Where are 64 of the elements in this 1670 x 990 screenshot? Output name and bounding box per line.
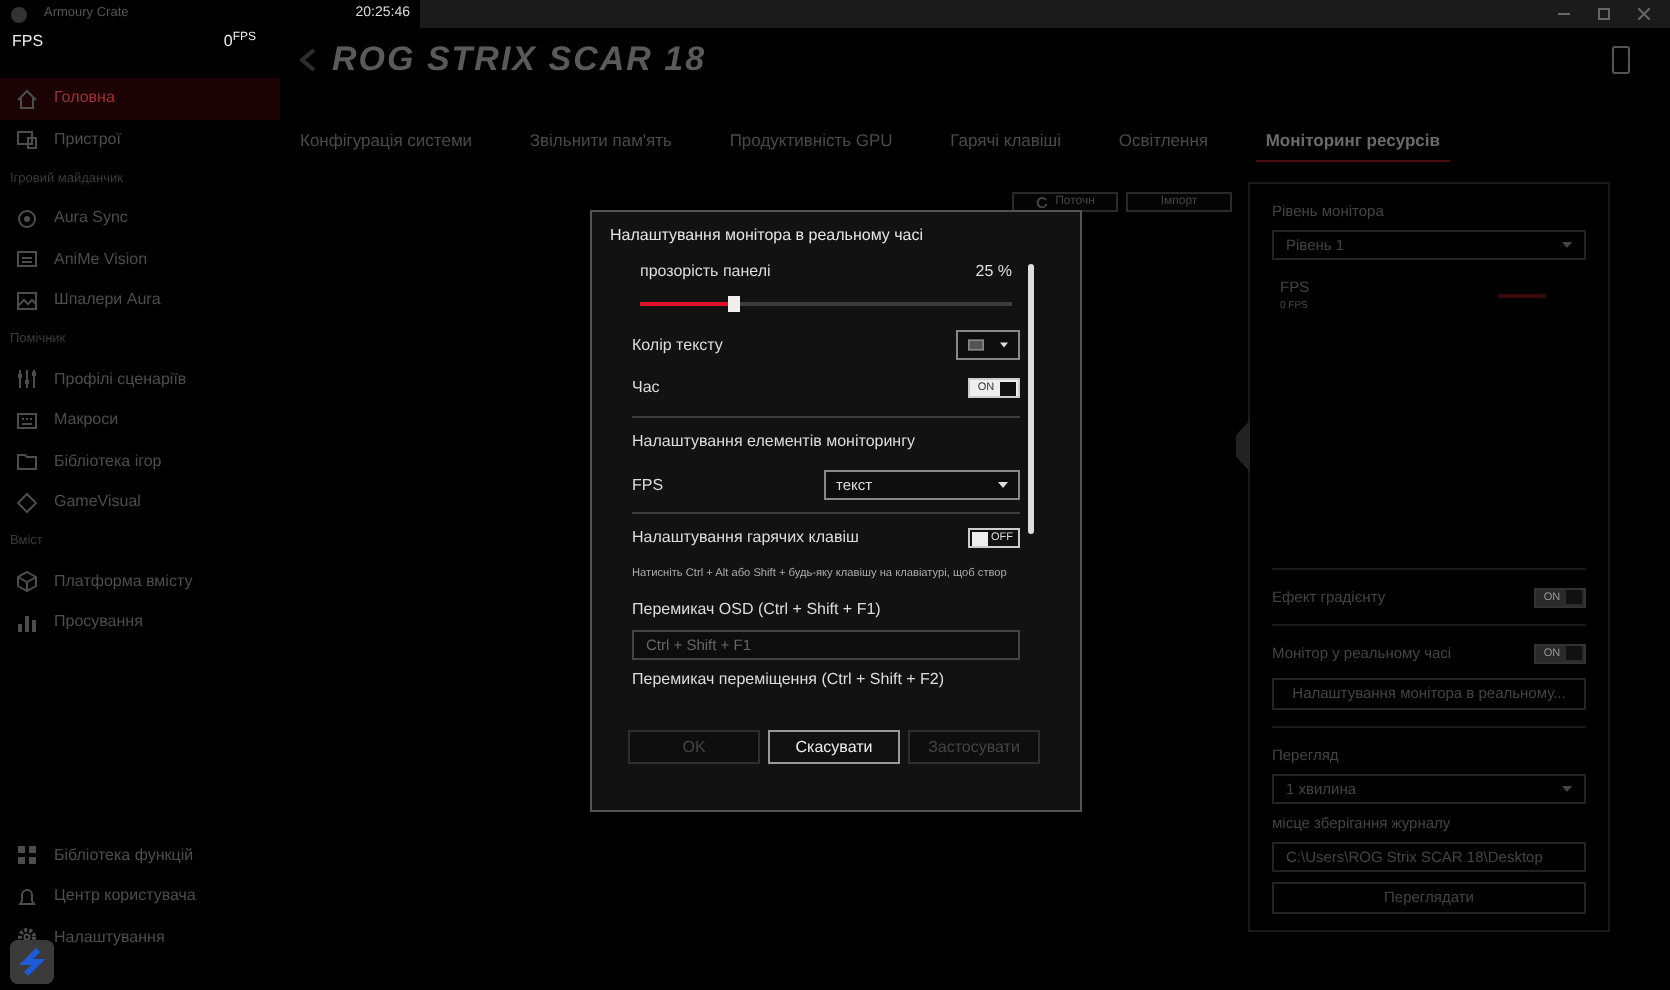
dialog-button[interactable]: Скасувати	[768, 730, 900, 764]
minimize-icon[interactable]	[1558, 8, 1570, 20]
field-label: Перемикач OSD (Ctrl + Shift + F1)	[632, 598, 883, 623]
phone-icon[interactable]	[1612, 46, 1630, 74]
tab[interactable]: Продуктивність GPU	[719, 122, 903, 162]
setting-label: Час	[632, 376, 660, 400]
dialog-title: Налаштування монітора в реальному часі	[608, 224, 926, 248]
color-swatch-icon	[968, 338, 984, 352]
sidebar-item[interactable]: Профілі сценаріїв	[0, 359, 280, 400]
tab[interactable]: Гарячі клавіші	[940, 122, 1072, 162]
sidebar-item[interactable]: Просування	[0, 602, 280, 643]
sparkline	[1498, 293, 1546, 298]
caret-icon	[998, 482, 1008, 488]
ring-icon	[16, 207, 38, 230]
sidebar-item[interactable]: Платформа вмісту	[0, 561, 280, 602]
sidebar-item[interactable]: Шпалери Aura	[0, 280, 280, 321]
section-heading: Перемикач переміщення (Ctrl + Shift + F2)	[632, 668, 947, 693]
grid-icon	[16, 844, 38, 867]
scrollbar[interactable]	[1028, 264, 1034, 534]
sidebar-item[interactable]: GameVisual	[0, 482, 280, 523]
app-logo-icon	[10, 5, 28, 23]
diamond-icon	[16, 491, 38, 514]
sidebar-item[interactable]: Пристрої	[0, 119, 280, 160]
screen-icon	[16, 248, 38, 271]
setting-label: FPS	[632, 473, 664, 497]
keyboard-icon	[16, 409, 38, 432]
sidebar-item[interactable]: AniMe Vision	[0, 239, 280, 280]
logo-mark-icon	[300, 48, 316, 72]
bar-chart-icon	[16, 611, 38, 634]
fps-label: FPS	[12, 30, 44, 54]
caret-icon	[1562, 785, 1572, 792]
sidebar-item[interactable]: Бібліотека функцій	[0, 835, 280, 876]
slider-reading: 25 %	[975, 260, 1012, 284]
tab[interactable]: Конфігурація системи	[290, 122, 483, 162]
close-icon[interactable]	[1638, 8, 1650, 20]
fps-reading: 0$^{FPS}$	[223, 30, 256, 54]
image-icon	[16, 289, 38, 312]
slider-thumb[interactable]	[727, 296, 739, 312]
setting-label: Налаштування гарячих клавіш	[632, 526, 859, 550]
section-heading: Налаштування елементів моніторингу	[632, 430, 918, 454]
sidebar-item[interactable]: Макроси	[0, 400, 280, 441]
sidebar-item[interactable]: Налаштування	[0, 917, 280, 958]
home-icon	[16, 87, 38, 110]
app-shortcut-icon[interactable]	[10, 940, 54, 984]
sidebar-item[interactable]: Бібліотека ігор	[0, 441, 280, 482]
tab[interactable]: Звільнити пам'ять	[519, 122, 682, 162]
slider-label: прозорість панелі	[640, 260, 771, 284]
bell-icon	[16, 885, 38, 908]
tab[interactable]: Моніторинг ресурсів	[1255, 122, 1450, 162]
caret-icon	[1562, 242, 1572, 249]
tab[interactable]: Освітлення	[1108, 122, 1219, 162]
sidebar-item[interactable]: Aura Sync	[0, 198, 280, 239]
refresh-icon	[1035, 196, 1048, 208]
color-dropdown[interactable]	[956, 330, 1020, 360]
setting-label: Колір тексту	[632, 333, 723, 357]
devices-icon	[16, 128, 38, 151]
sliders-icon	[16, 368, 38, 391]
caret-icon	[1000, 342, 1008, 348]
product-logo-text: ROG STRIX SCAR 18	[332, 38, 707, 83]
folder-icon	[16, 450, 38, 473]
sidebar-item[interactable]: Центр користувача	[0, 876, 280, 917]
sidebar-item[interactable]: Головна	[0, 78, 280, 119]
cube-icon	[16, 570, 38, 593]
maximize-icon[interactable]	[1598, 8, 1610, 20]
